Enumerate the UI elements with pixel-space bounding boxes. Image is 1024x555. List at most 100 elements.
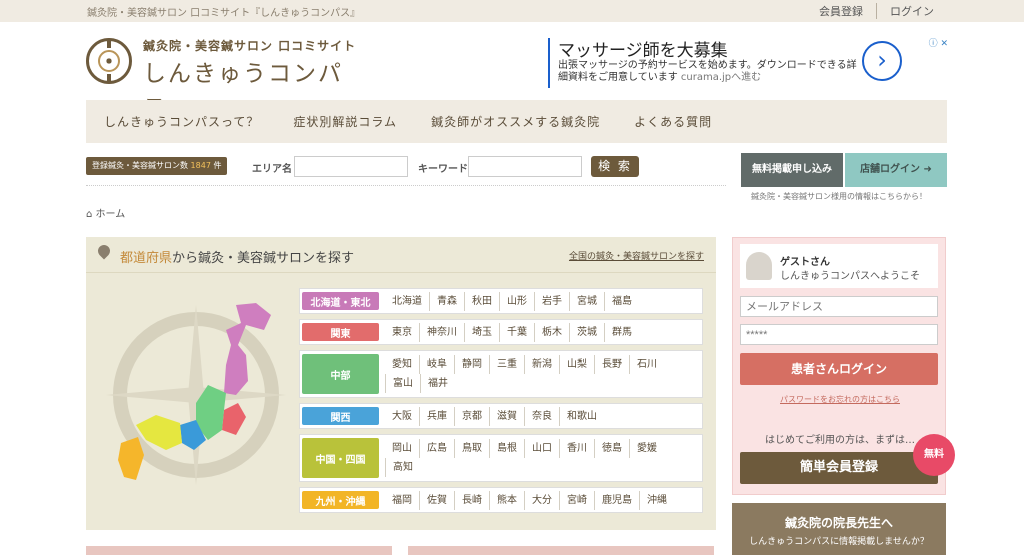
region-hokkaido-tohoku: 北海道・東北 北海道 青森 秋田 山形 岩手 宮城 福島 (299, 288, 703, 314)
pref-link[interactable]: 山口 (524, 439, 559, 458)
director-title: 鍼灸院の院長先生へ (784, 516, 893, 530)
pref-link[interactable]: 青森 (429, 291, 464, 311)
region-label[interactable]: 中国・四国 (302, 438, 379, 478)
avatar (746, 252, 772, 280)
nav-recommended[interactable]: 鍼灸師がオススメする鍼灸院 (431, 113, 600, 130)
pref-link[interactable]: 福井 (420, 374, 455, 393)
pref-link[interactable]: 福島 (604, 291, 639, 311)
pref-link[interactable]: 大阪 (385, 407, 419, 426)
shop-actions: 無料掲載申し込み 店舗ログイン ➜ 鍼灸院・美容鍼サロン様用の情報はこちらから！ (741, 153, 947, 201)
pref-link[interactable]: 佐賀 (419, 490, 454, 510)
salon-count-badge: 登録鍼灸・美容鍼サロン数 1847 件 (86, 157, 228, 175)
selection-banner[interactable] (408, 546, 714, 555)
email-field[interactable] (740, 296, 938, 317)
pref-link[interactable]: 高知 (385, 458, 420, 477)
pref-link[interactable]: 愛媛 (629, 439, 664, 458)
pref-link[interactable]: 新潟 (524, 355, 559, 374)
region-label[interactable]: 九州・沖縄 (302, 491, 379, 509)
pref-link[interactable]: 千葉 (499, 322, 534, 342)
map-kanto (222, 403, 246, 435)
login-link[interactable]: ログイン (876, 3, 947, 19)
pref-link[interactable]: 鹿児島 (594, 490, 639, 510)
breadcrumb: ⌂ ホーム (86, 205, 125, 220)
pref-link[interactable]: 大分 (524, 490, 559, 510)
compass-icon (86, 38, 132, 84)
keyword-input[interactable] (468, 156, 582, 177)
ad-arrow-icon[interactable]: › (862, 41, 902, 81)
pref-link[interactable]: 鳥取 (454, 439, 489, 458)
pref-link[interactable]: 長野 (594, 355, 629, 374)
pref-link[interactable]: 奈良 (524, 406, 559, 426)
password-field[interactable] (740, 324, 938, 345)
pref-link[interactable]: 香川 (559, 439, 594, 458)
pref-link[interactable]: 山梨 (559, 355, 594, 374)
pref-link[interactable]: 福岡 (385, 491, 419, 510)
search-button[interactable]: 検 索 (591, 156, 639, 177)
member-register-link[interactable]: 会員登録 (806, 3, 876, 19)
panel-header: 都道府県から鍼灸・美容鍼サロンを探す 全国の鍼灸・美容鍼サロンを探す (86, 237, 716, 273)
forgot-password-link[interactable]: パスワードをお忘れの方はこちら (733, 394, 947, 405)
global-nav: しんきゅうコンパスって？ 症状別解説コラム 鍼灸師がオススメする鍼灸院 よくある… (86, 100, 947, 143)
all-salons-link[interactable]: 全国の鍼灸・美容鍼サロンを探す (569, 249, 704, 262)
pref-link[interactable]: 栃木 (534, 322, 569, 342)
pref-link[interactable]: 長崎 (454, 490, 489, 510)
pref-link[interactable]: 茨城 (569, 322, 604, 342)
patient-login-button[interactable]: 患者さんログイン (740, 353, 938, 385)
pref-link[interactable]: 和歌山 (559, 406, 604, 426)
director-banner[interactable]: 鍼灸院の院長先生へ しんきゅうコンパスに情報掲載しませんか？ (732, 503, 946, 555)
pref-link[interactable]: 東京 (385, 323, 419, 342)
top-bar: 鍼灸院・美容鍼サロン 口コミサイト『しんきゅうコンパス』 会員登録 ログイン (0, 0, 1024, 22)
pref-link[interactable]: 宮城 (569, 291, 604, 311)
advertisement[interactable]: マッサージ師を大募集 出張マッサージの予約サービスを始めます。ダウンロードできる… (548, 38, 948, 88)
ad-headline[interactable]: マッサージ師を大募集 (558, 36, 728, 61)
pref-link[interactable]: 石川 (629, 355, 664, 374)
pref-link[interactable]: 富山 (385, 374, 420, 393)
pref-link[interactable]: 沖縄 (639, 490, 674, 510)
pref-link[interactable]: 熊本 (489, 490, 524, 510)
site-logo[interactable]: 鍼灸院・美容鍼サロン 口コミサイト しんきゅうコンパス (86, 35, 366, 121)
pref-link[interactable]: 神奈川 (419, 322, 464, 342)
nav-about[interactable]: しんきゅうコンパスって？ (104, 113, 259, 130)
pref-link[interactable]: 滋賀 (489, 406, 524, 426)
signup-button[interactable]: 簡単会員登録 (740, 452, 938, 484)
pref-link[interactable]: 北海道 (385, 292, 429, 311)
nav-columns[interactable]: 症状別解説コラム (293, 113, 397, 130)
pref-link[interactable]: 広島 (419, 439, 454, 458)
ad-description: 出張マッサージの予約サービスを始めます。ダウンロードできる詳細資料をご用意してい… (558, 60, 857, 83)
pref-link[interactable]: 宮崎 (559, 490, 594, 510)
region-label[interactable]: 関東 (302, 323, 379, 341)
region-label[interactable]: 中部 (302, 354, 379, 394)
shop-note[interactable]: 鍼灸院・美容鍼サロン様用の情報はこちらから！ (751, 191, 927, 202)
pref-link[interactable]: 岐阜 (419, 355, 454, 374)
pref-link[interactable]: 徳島 (594, 439, 629, 458)
pref-link[interactable]: 秋田 (464, 291, 499, 311)
pref-link[interactable]: 島根 (489, 439, 524, 458)
pref-link[interactable]: 兵庫 (419, 406, 454, 426)
pref-link[interactable]: 埼玉 (464, 322, 499, 342)
pref-link[interactable]: 三重 (489, 355, 524, 374)
pref-link[interactable]: 群馬 (604, 322, 639, 342)
pref-link[interactable]: 京都 (454, 406, 489, 426)
pref-link[interactable]: 山形 (499, 291, 534, 311)
nav-faq[interactable]: よくある質問 (634, 113, 712, 130)
breadcrumb-home[interactable]: ホーム (96, 209, 126, 220)
guest-box: ゲストさん しんきゅうコンパスへようこそ (740, 244, 938, 288)
area-input[interactable] (294, 156, 408, 177)
japan-map (106, 303, 286, 485)
ad-url[interactable]: curama.jpへ進む (681, 72, 761, 83)
pref-link[interactable]: 愛知 (385, 355, 419, 374)
pref-link[interactable]: 岡山 (385, 439, 419, 458)
selection-banner[interactable] (86, 546, 392, 555)
pref-link[interactable]: 岩手 (534, 291, 569, 311)
region-chubu: 中部 愛知 岐阜 静岡 三重 新潟 山梨 長野 石川富山 福井 (299, 350, 703, 398)
selection-banners (86, 546, 716, 555)
search-bar: 登録鍼灸・美容鍼サロン数 1847 件 エリア名 キーワード 検 索 (86, 154, 726, 180)
free-listing-button[interactable]: 無料掲載申し込み (741, 153, 843, 187)
region-label[interactable]: 北海道・東北 (302, 292, 379, 310)
pref-link[interactable]: 静岡 (454, 355, 489, 374)
region-kyushu-okinawa: 九州・沖縄 福岡 佐賀 長崎 熊本 大分 宮崎 鹿児島 沖縄 (299, 487, 703, 513)
ad-choices-icon[interactable]: ⓘ ✕ (929, 36, 948, 49)
shop-login-button[interactable]: 店舗ログイン ➜ (845, 153, 947, 187)
keyword-label: キーワード (418, 164, 468, 175)
region-label[interactable]: 関西 (302, 407, 379, 425)
